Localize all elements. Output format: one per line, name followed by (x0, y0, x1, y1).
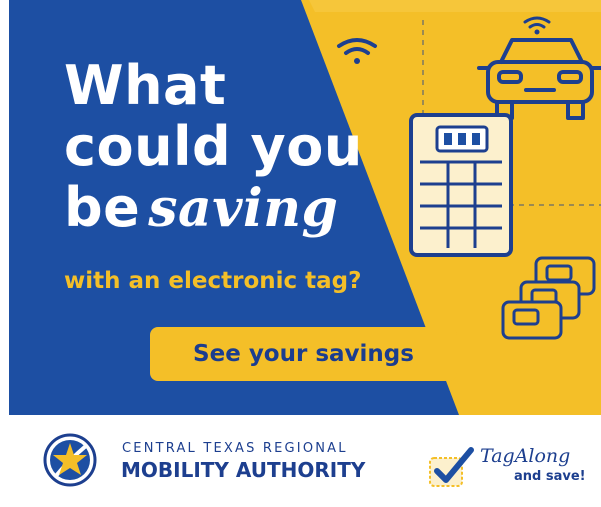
headline-line3: be saving (64, 177, 363, 239)
footer-bar: CENTRAL TEXAS REGIONAL MOBILITY AUTHORIT… (9, 415, 601, 507)
checkmark-icon (429, 447, 474, 487)
program-name: TagAlong (480, 445, 571, 467)
headline-script-word: saving (148, 178, 339, 239)
headline-line2: could you (64, 115, 363, 178)
see-savings-button[interactable]: See your savings (150, 327, 457, 381)
hero-panel: What could you be saving with an electron… (9, 0, 601, 415)
star-logo-icon[interactable] (43, 433, 97, 487)
organization-name-line2: MOBILITY AUTHORITY (121, 458, 366, 482)
subheadline: with an electronic tag? (64, 268, 362, 294)
organization-name-line1: CENTRAL TEXAS REGIONAL (122, 441, 348, 456)
headline: What could you be saving (64, 55, 363, 239)
headline-line1: What (64, 54, 227, 117)
headline-prefix: be (64, 176, 141, 239)
ad-banner[interactable]: What could you be saving with an electron… (0, 0, 601, 507)
program-tagline: and save! (514, 469, 586, 484)
calculator-icon (409, 113, 513, 257)
